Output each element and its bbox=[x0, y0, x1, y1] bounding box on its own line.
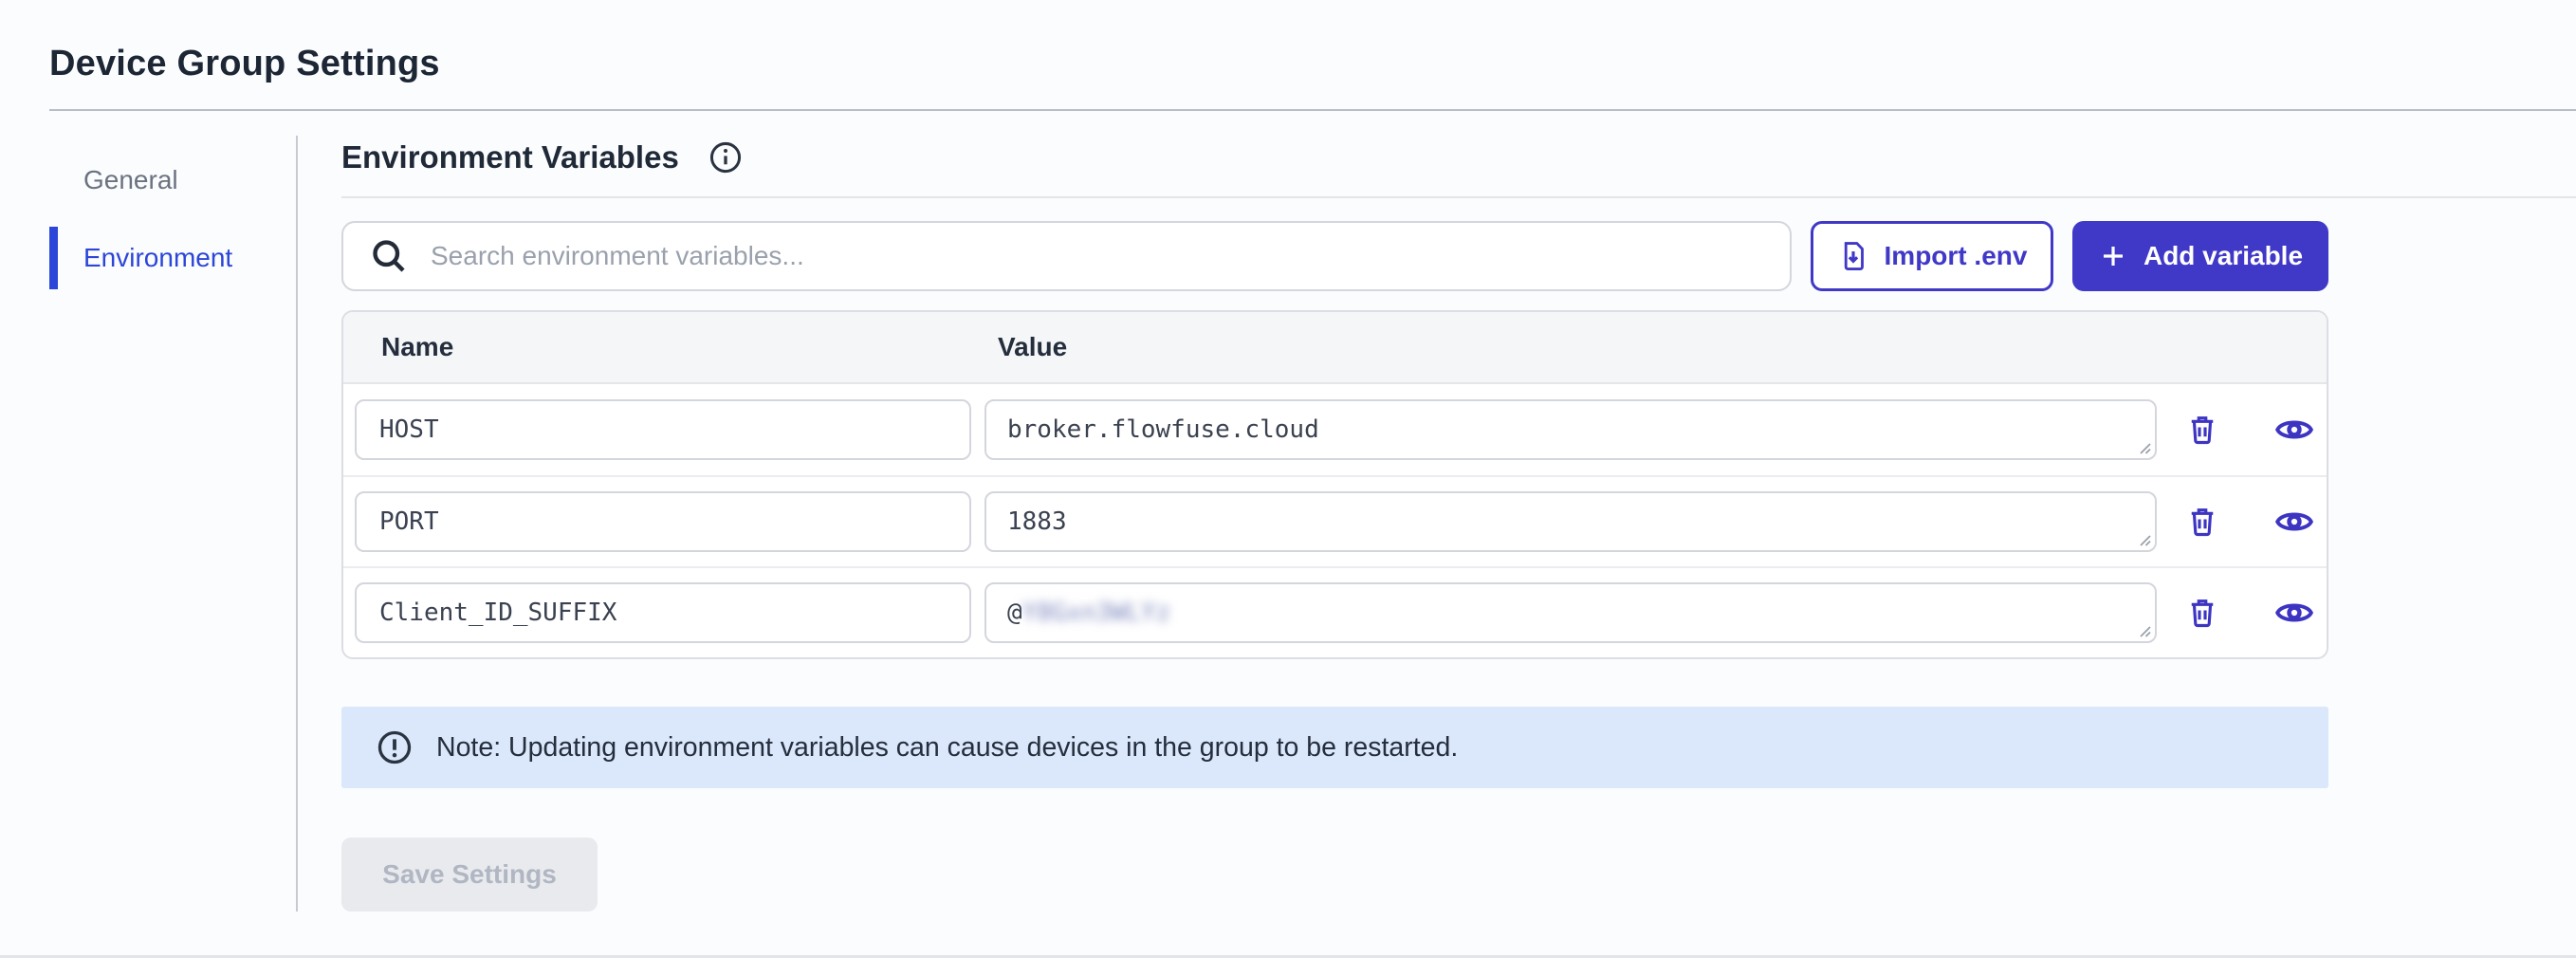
toggle-visibility-button[interactable] bbox=[2274, 596, 2314, 630]
import-env-label: Import .env bbox=[1885, 241, 2028, 271]
note-banner: Note: Updating environment variables can… bbox=[341, 707, 2328, 788]
env-value-masked-text: Y8Gxn3WLYz bbox=[1022, 599, 1171, 627]
env-name-input[interactable]: Client_ID_SUFFIX bbox=[355, 582, 971, 643]
content-area: General Environment Environment Variable… bbox=[0, 111, 2576, 912]
env-name-text: HOST bbox=[379, 415, 439, 444]
sidebar-item-environment[interactable]: Environment bbox=[0, 225, 296, 291]
add-variable-label: Add variable bbox=[2144, 241, 2303, 271]
sidebar-item-label: General bbox=[83, 165, 178, 195]
alert-circle-icon bbox=[376, 728, 414, 766]
env-variables-table: Name Value HOST broker.flowfuse.cloud bbox=[341, 310, 2328, 659]
resize-handle-icon[interactable] bbox=[2137, 440, 2152, 455]
resize-handle-icon[interactable] bbox=[2137, 623, 2152, 638]
environment-panel: Environment Variables bbox=[296, 111, 2576, 912]
add-variable-button[interactable]: Add variable bbox=[2072, 221, 2328, 291]
env-name-input[interactable]: PORT bbox=[355, 491, 971, 552]
sidebar-divider bbox=[296, 136, 298, 912]
row-actions bbox=[2185, 412, 2314, 448]
table-row: PORT 1883 bbox=[343, 475, 2327, 566]
search-box bbox=[341, 221, 1792, 291]
sidebar-item-label: Environment bbox=[83, 243, 232, 273]
delete-variable-button[interactable] bbox=[2185, 504, 2219, 540]
resize-handle-icon[interactable] bbox=[2137, 532, 2152, 547]
row-actions bbox=[2185, 595, 2314, 631]
info-icon[interactable] bbox=[708, 139, 744, 175]
delete-variable-button[interactable] bbox=[2185, 412, 2219, 448]
delete-variable-button[interactable] bbox=[2185, 595, 2219, 631]
panel-heading: Environment Variables bbox=[341, 139, 679, 175]
import-env-button[interactable]: Import .env bbox=[1811, 221, 2053, 291]
heading-divider bbox=[341, 196, 2576, 198]
env-name-input[interactable]: HOST bbox=[355, 399, 971, 460]
sidebar-item-general[interactable]: General bbox=[0, 147, 296, 213]
table-row: Client_ID_SUFFIX @ Y8Gxn3WLYz bbox=[343, 566, 2327, 657]
env-name-text: Client_ID_SUFFIX bbox=[379, 599, 616, 627]
row-actions bbox=[2185, 504, 2314, 540]
save-settings-button[interactable]: Save Settings bbox=[341, 838, 598, 912]
page-title: Device Group Settings bbox=[49, 44, 2576, 84]
env-toolbar: Import .env Add variable bbox=[341, 221, 2328, 291]
toggle-visibility-button[interactable] bbox=[2274, 505, 2314, 539]
env-value-text: @ bbox=[1007, 599, 1022, 627]
env-value-input[interactable]: @ Y8Gxn3WLYz bbox=[984, 582, 2157, 643]
toggle-visibility-button[interactable] bbox=[2274, 413, 2314, 447]
env-value-text: 1883 bbox=[1007, 507, 1067, 536]
env-value-input[interactable]: 1883 bbox=[984, 491, 2157, 552]
search-input[interactable] bbox=[431, 241, 1767, 271]
column-header-value: Value bbox=[984, 332, 2327, 362]
env-value-input[interactable]: broker.flowfuse.cloud bbox=[984, 399, 2157, 460]
column-header-name: Name bbox=[343, 332, 984, 362]
page-header: Device Group Settings bbox=[0, 0, 2576, 84]
settings-sidebar: General Environment bbox=[0, 111, 296, 912]
table-header: Name Value bbox=[343, 312, 2327, 384]
table-row: HOST broker.flowfuse.cloud bbox=[343, 384, 2327, 475]
env-value-text: broker.flowfuse.cloud bbox=[1007, 415, 1319, 444]
env-name-text: PORT bbox=[379, 507, 439, 536]
search-icon bbox=[368, 235, 410, 277]
plus-icon bbox=[2098, 241, 2128, 271]
document-download-icon bbox=[1837, 240, 1869, 272]
note-text: Note: Updating environment variables can… bbox=[436, 732, 1458, 764]
